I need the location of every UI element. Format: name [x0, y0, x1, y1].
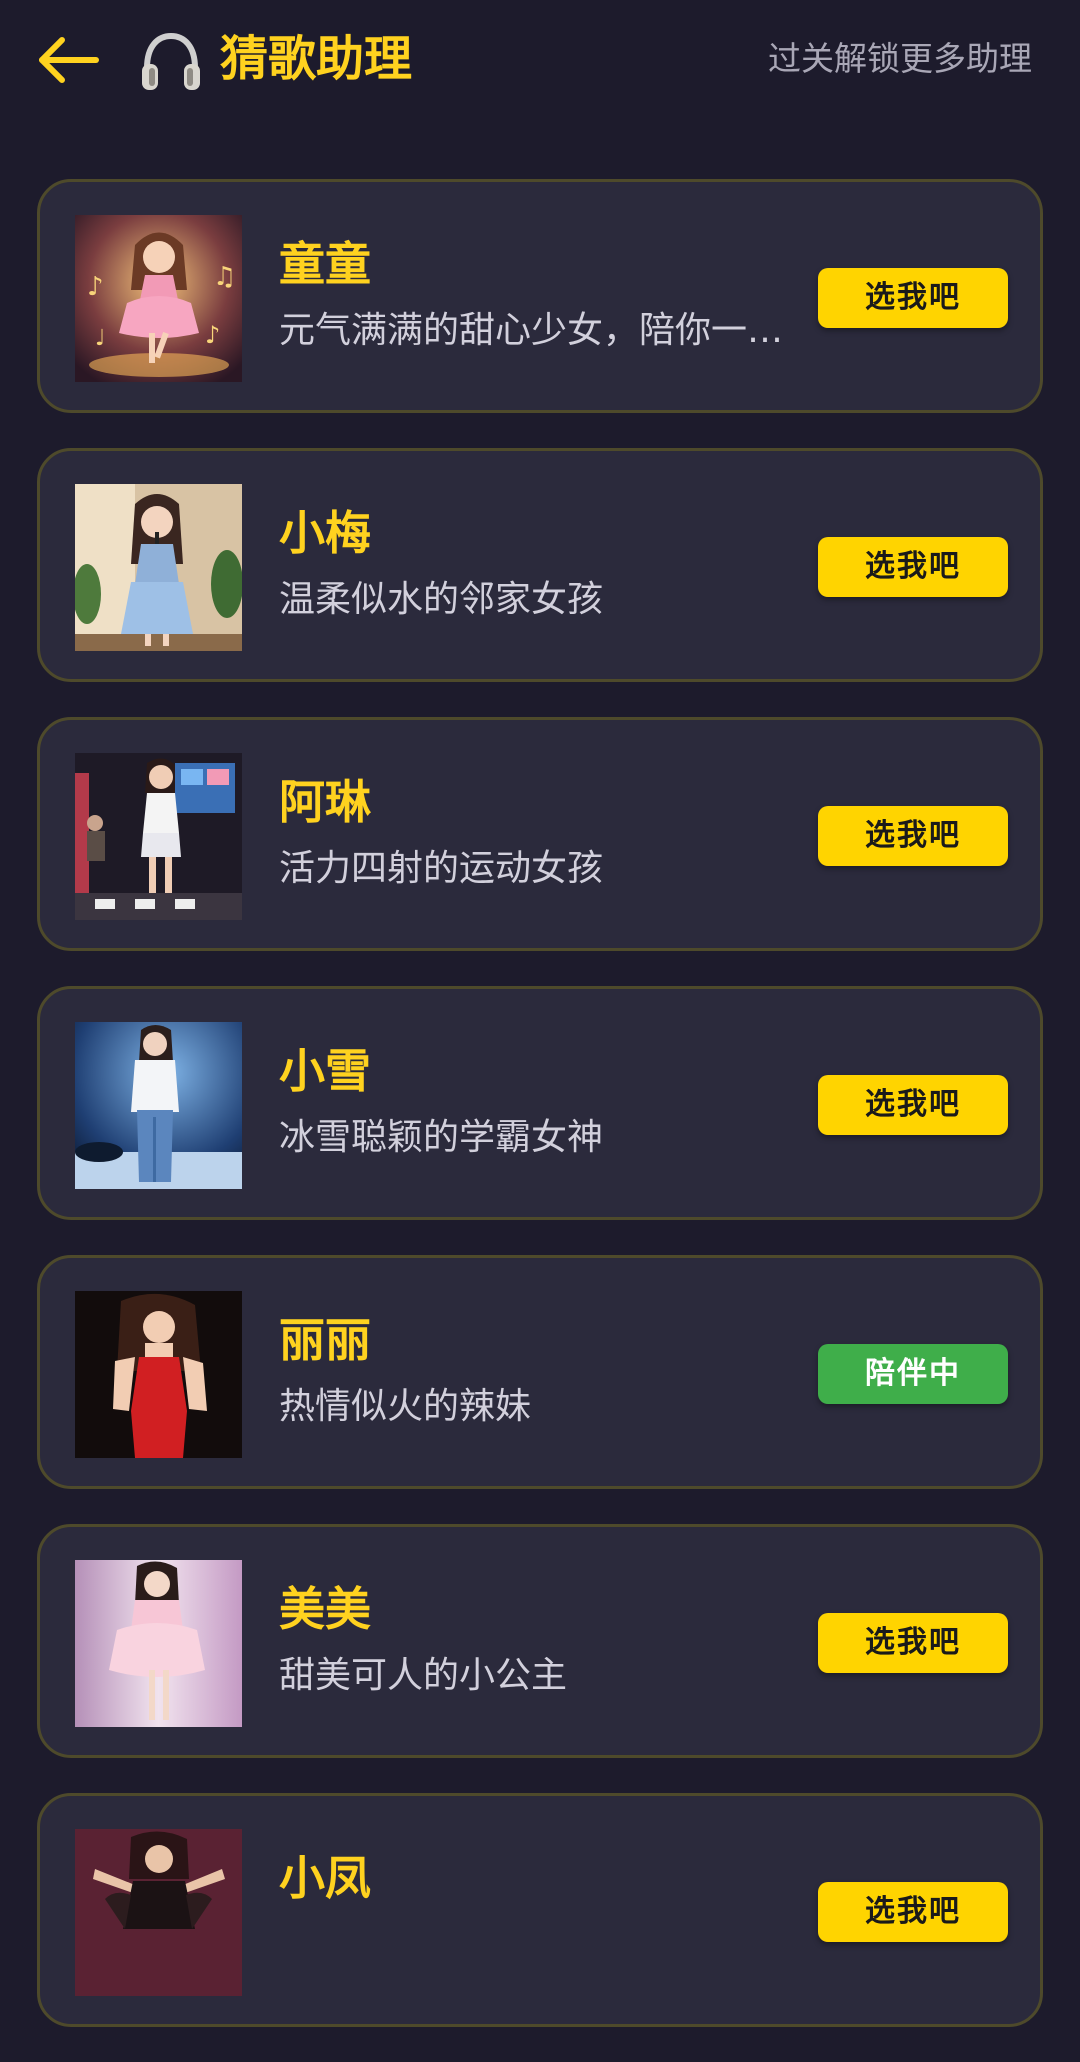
choose-me-button[interactable]: 选我吧: [818, 1075, 1008, 1135]
svg-text:♩: ♩: [95, 326, 105, 351]
avatar-image: [75, 1560, 242, 1727]
assistant-description: 热情似火的辣妹: [279, 1386, 532, 1427]
assistant-description: 元气满满的甜心少女，陪你一起快乐猜歌: [279, 310, 819, 351]
assistant-card[interactable]: 小梅 温柔似水的邻家女孩 选我吧: [37, 448, 1043, 682]
avatar-image: [75, 1291, 242, 1458]
assistant-name: 美美: [279, 1582, 371, 1636]
back-button[interactable]: [34, 30, 106, 90]
header-bar: 猜歌助理 过关解锁更多助理: [0, 0, 1080, 130]
avatar-image: [75, 1829, 242, 1996]
choose-me-button[interactable]: 选我吧: [818, 1882, 1008, 1942]
assistant-description: 温柔似水的邻家女孩: [279, 579, 604, 620]
avatar-image: [75, 753, 242, 920]
avatar-image: [75, 484, 242, 651]
assistant-card[interactable]: 美美 甜美可人的小公主 选我吧: [37, 1524, 1043, 1758]
assistant-card[interactable]: 丽丽 热情似火的辣妹 陪伴中: [37, 1255, 1043, 1489]
choose-me-button[interactable]: 选我吧: [818, 537, 1008, 597]
svg-text:♪: ♪: [205, 321, 220, 349]
assistant-card[interactable]: ♪ ♫ ♩ ♪ 童童 元气满满的甜心少女，陪你一起快乐猜歌 选我吧: [37, 179, 1043, 413]
assistant-name: 小梅: [279, 506, 371, 560]
arrow-left-icon: [39, 37, 99, 83]
unlock-more-link[interactable]: 过关解锁更多助理: [768, 34, 1032, 84]
assistant-description: 甜美可人的小公主: [279, 1655, 568, 1696]
assistant-card[interactable]: 小凤 选我吧: [37, 1793, 1043, 2027]
avatar-image: [75, 1022, 242, 1189]
headphones-icon: [138, 28, 204, 94]
choose-me-button[interactable]: 选我吧: [818, 268, 1008, 328]
assistant-description: 冰雪聪颖的学霸女神: [279, 1117, 604, 1158]
assistant-name: 童童: [279, 237, 371, 291]
assistant-description: 活力四射的运动女孩: [279, 848, 604, 889]
assistant-name: 小凤: [279, 1851, 371, 1905]
accompanying-button[interactable]: 陪伴中: [818, 1344, 1008, 1404]
assistant-list: ♪ ♫ ♩ ♪ 童童 元气满满的甜心少女，陪你一起快乐猜歌 选我吧: [37, 179, 1043, 2062]
assistant-name: 丽丽: [279, 1313, 371, 1367]
page-title: 猜歌助理: [220, 31, 413, 87]
svg-text:♪: ♪: [87, 272, 104, 302]
avatar-image: ♪ ♫ ♩ ♪: [75, 215, 242, 382]
choose-me-button[interactable]: 选我吧: [818, 1613, 1008, 1673]
assistant-card[interactable]: 阿琳 活力四射的运动女孩 选我吧: [37, 717, 1043, 951]
assistant-name: 小雪: [279, 1044, 371, 1098]
choose-me-button[interactable]: 选我吧: [818, 806, 1008, 866]
assistant-card[interactable]: 小雪 冰雪聪颖的学霸女神 选我吧: [37, 986, 1043, 1220]
svg-text:♫: ♫: [213, 262, 236, 292]
assistant-name: 阿琳: [279, 775, 371, 829]
